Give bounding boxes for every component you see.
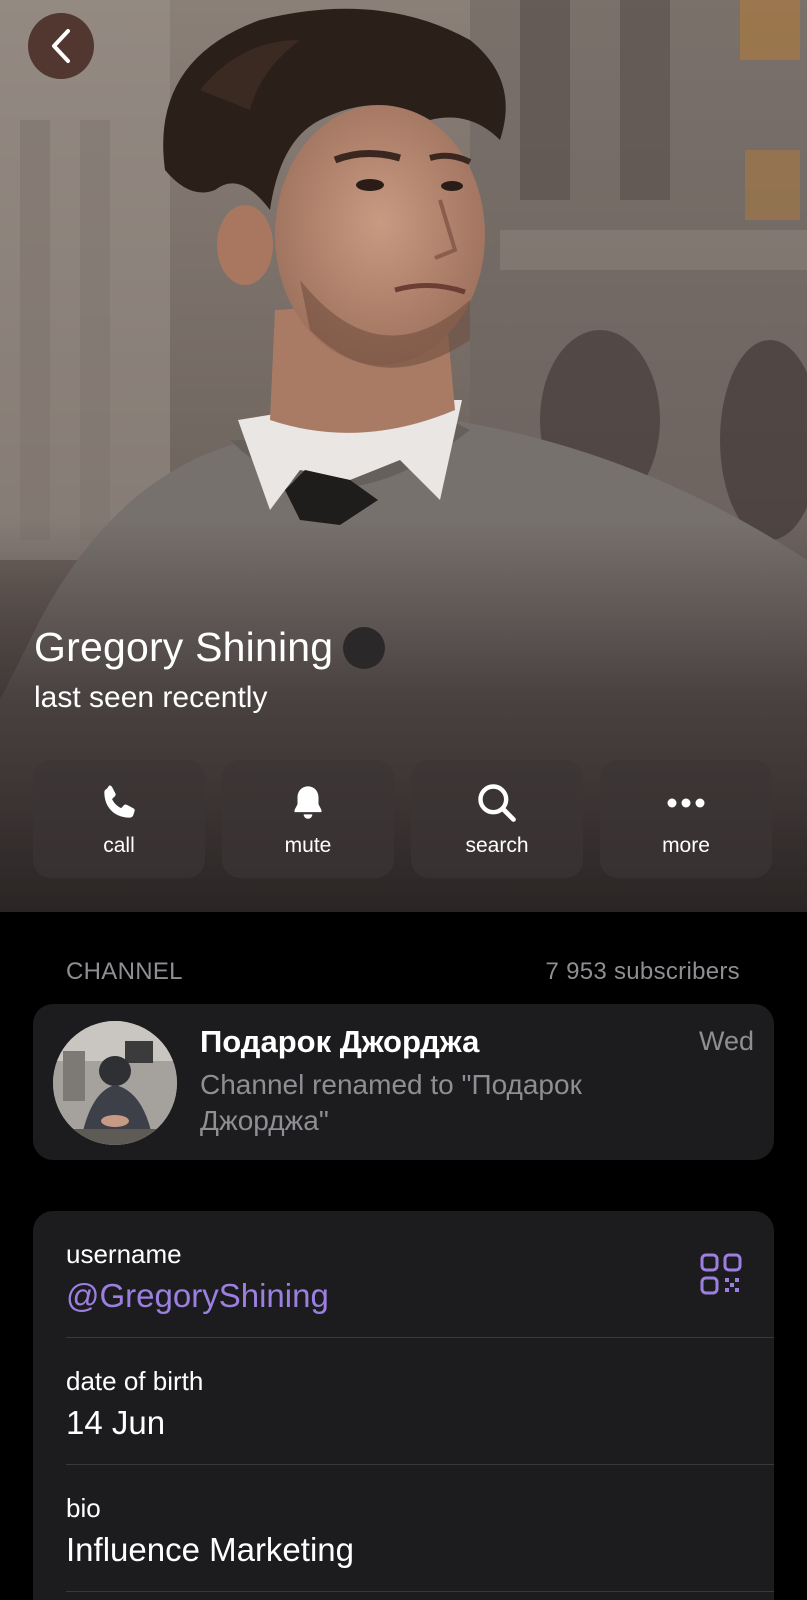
phone-icon: [96, 780, 142, 826]
bio-row[interactable]: bio Influence Marketing: [33, 1465, 774, 1592]
back-button[interactable]: [28, 13, 94, 79]
call-button[interactable]: call: [33, 760, 205, 878]
channel-last-message: Channel renamed to "Подарок Джорджа": [200, 1069, 582, 1136]
username-value[interactable]: @GregoryShining: [66, 1277, 329, 1315]
search-label: search: [465, 834, 529, 857]
birthday-row[interactable]: date of birth 14 Jun: [33, 1338, 774, 1465]
birthday-label: date of birth: [66, 1366, 204, 1396]
qr-code-icon[interactable]: [700, 1253, 742, 1295]
more-label: more: [662, 834, 710, 857]
profile-name-row: Gregory Shining: [34, 624, 386, 671]
username-label: username: [66, 1239, 182, 1269]
profile-photo-header: Gregory Shining last seen recently call …: [0, 0, 807, 912]
bio-value: Influence Marketing: [66, 1531, 354, 1568]
channel-section-title: CHANNEL: [66, 958, 183, 985]
channel-section-header: CHANNEL 7 953 subscribers: [66, 958, 740, 986]
channel-title: Подарок Джорджа: [200, 1024, 480, 1059]
username-row[interactable]: username @GregoryShining: [33, 1211, 774, 1338]
more-button[interactable]: more: [600, 760, 772, 878]
profile-status: last seen recently: [34, 681, 268, 714]
chevron-left-icon: [52, 29, 70, 63]
search-icon: [474, 780, 520, 826]
divider: [66, 1591, 774, 1592]
search-button[interactable]: search: [411, 760, 583, 878]
birthday-value: 14 Jun: [66, 1404, 166, 1441]
channel-last-post-time: Wed: [698, 1026, 754, 1056]
profile-info-card: username @GregoryShining date of birth 1…: [33, 1211, 774, 1600]
mute-button[interactable]: mute: [222, 760, 394, 878]
profile-name: Gregory Shining: [34, 624, 334, 670]
bell-icon: [285, 780, 331, 826]
subscribers-count: 7 953 subscribers: [545, 958, 740, 985]
call-label: call: [103, 834, 135, 857]
more-dots-icon: [663, 780, 709, 826]
action-buttons: call mute search more: [33, 760, 772, 878]
personal-channel-card[interactable]: Подарок Джорджа Wed Channel renamed to "…: [33, 1004, 774, 1160]
emoji-status-icon[interactable]: [343, 626, 386, 669]
channel-avatar: [53, 1021, 177, 1145]
mute-label: mute: [284, 834, 332, 857]
bio-label: bio: [66, 1493, 101, 1523]
